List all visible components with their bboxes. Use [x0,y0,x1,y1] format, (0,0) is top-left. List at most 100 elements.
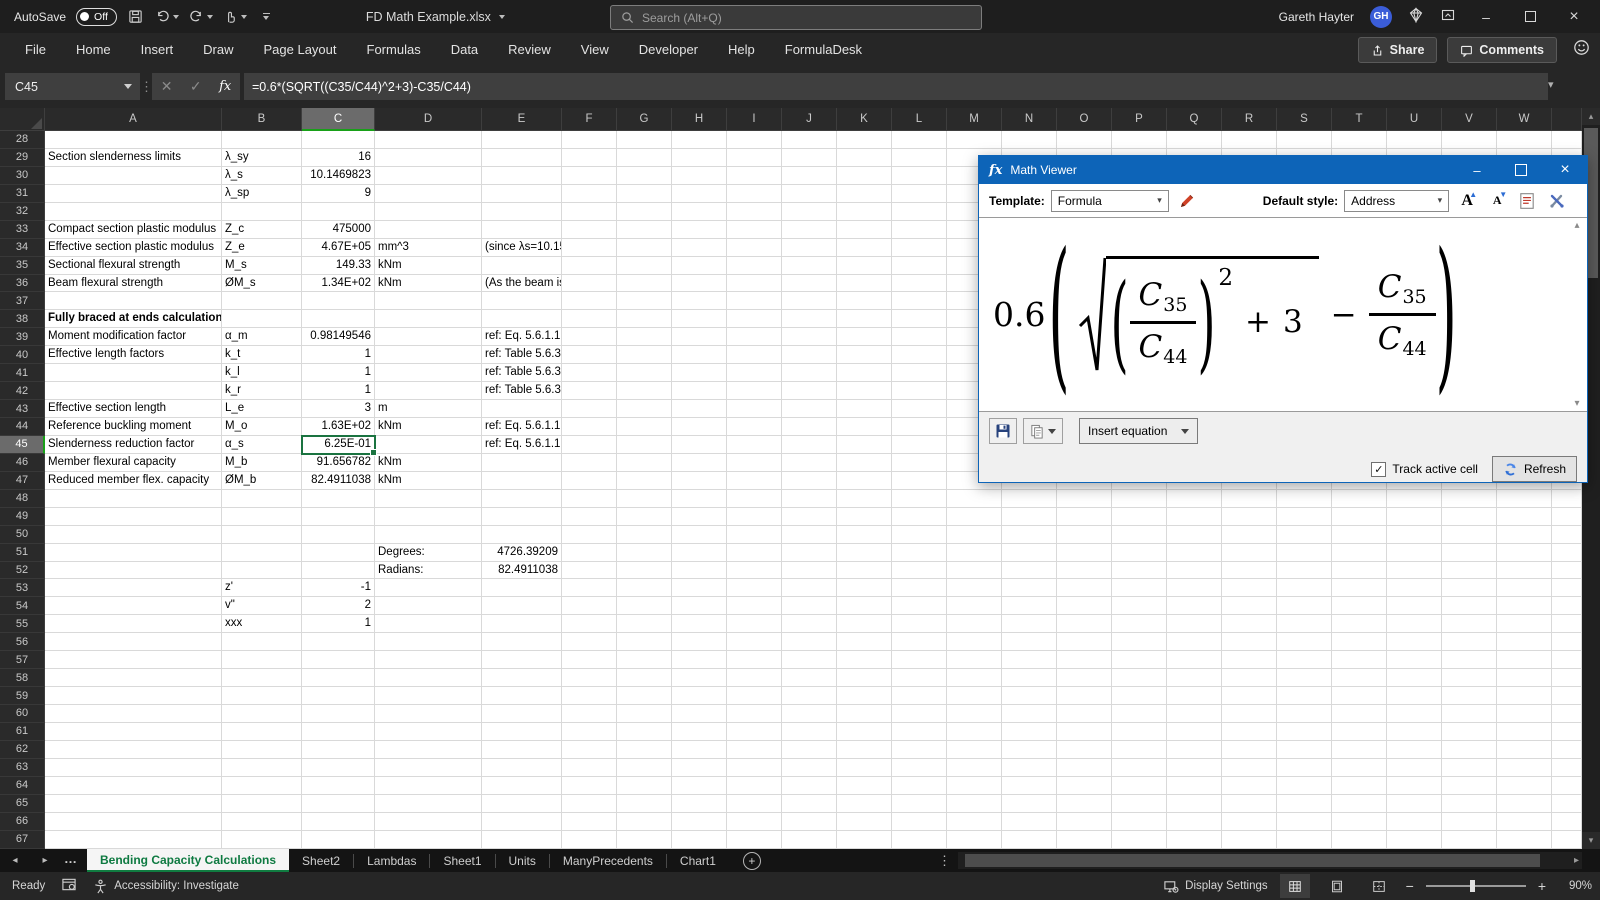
cell-N59[interactable] [1002,687,1057,705]
column-header-I[interactable]: I [727,108,782,131]
sheet-tab-sheet1[interactable]: Sheet1 [430,849,494,872]
cell-G60[interactable] [617,705,672,723]
cell-J66[interactable] [782,813,837,831]
cell-F37[interactable] [562,292,617,310]
cell-F52[interactable] [562,562,617,580]
cell-K53[interactable] [837,579,892,597]
cell-E48[interactable] [482,490,562,508]
cell-B56[interactable] [222,633,302,651]
ribbon-tab-file[interactable]: File [10,33,61,66]
row-header-36[interactable]: 36 [0,275,45,293]
cell-K39[interactable] [837,328,892,346]
copy-dropdown-arrow[interactable] [1048,429,1056,434]
cell-A42[interactable] [45,382,222,400]
cell-G41[interactable] [617,364,672,382]
cell-J42[interactable] [782,382,837,400]
cell-P66[interactable] [1112,813,1167,831]
zoom-slider[interactable] [1426,885,1526,887]
cell-W50[interactable] [1497,526,1552,544]
cell-U52[interactable] [1387,562,1442,580]
cell-B33[interactable]: Z_c [222,221,302,239]
column-header-U[interactable]: U [1387,108,1442,131]
cell-W28[interactable] [1497,131,1552,149]
cell-M66[interactable] [947,813,1002,831]
cell-V66[interactable] [1442,813,1497,831]
cell-H33[interactable] [672,221,727,239]
undo-button[interactable] [155,9,179,24]
cell-C36[interactable]: 1.34E+02 [302,275,375,293]
cell-P48[interactable] [1112,490,1167,508]
cell-F67[interactable] [562,831,617,849]
cell-H32[interactable] [672,203,727,221]
cell-C59[interactable] [302,687,375,705]
cell-L36[interactable] [892,275,947,293]
cell-C46[interactable]: 91.656782 [302,454,375,472]
cell-N55[interactable] [1002,615,1057,633]
cell-G50[interactable] [617,526,672,544]
cell-D64[interactable] [375,777,482,795]
cell-A50[interactable] [45,526,222,544]
cell-C57[interactable] [302,651,375,669]
cell-V28[interactable] [1442,131,1497,149]
cell-F48[interactable] [562,490,617,508]
cell-I56[interactable] [727,633,782,651]
cell-K59[interactable] [837,687,892,705]
cell-J62[interactable] [782,741,837,759]
cell-V61[interactable] [1442,723,1497,741]
cell-N50[interactable] [1002,526,1057,544]
math-viewer-titlebar[interactable]: fx Math Viewer – × [979,156,1587,184]
cell-M52[interactable] [947,562,1002,580]
cell-M48[interactable] [947,490,1002,508]
cell-S57[interactable] [1277,651,1332,669]
cell-T58[interactable] [1332,669,1387,687]
cell-K54[interactable] [837,597,892,615]
cell-L48[interactable] [892,490,947,508]
cell-R62[interactable] [1222,741,1277,759]
cell-M63[interactable] [947,759,1002,777]
cell-H37[interactable] [672,292,727,310]
cell-R57[interactable] [1222,651,1277,669]
cell-C52[interactable] [302,562,375,580]
row-header-50[interactable]: 50 [0,526,45,544]
cell-B58[interactable] [222,669,302,687]
cell-A30[interactable] [45,167,222,185]
cell-D32[interactable] [375,203,482,221]
row-header-28[interactable]: 28 [0,131,45,149]
cell-B40[interactable]: k_t [222,346,302,364]
cell-J58[interactable] [782,669,837,687]
cell-A35[interactable]: Sectional flexural strength [45,257,222,275]
cell-M54[interactable] [947,597,1002,615]
cell-F60[interactable] [562,705,617,723]
redo-button[interactable] [189,9,213,24]
track-active-cell-checkbox[interactable]: ✓ [1371,462,1386,477]
window-close-button[interactable]: × [1560,0,1588,33]
cell-G56[interactable] [617,633,672,651]
cell-F34[interactable] [562,239,617,257]
cell-V51[interactable] [1442,544,1497,562]
name-box-dropdown-arrow[interactable] [124,84,132,89]
cell-M60[interactable] [947,705,1002,723]
cell-T52[interactable] [1332,562,1387,580]
cell-E61[interactable] [482,723,562,741]
cell-B41[interactable]: k_l [222,364,302,382]
cell-G38[interactable] [617,310,672,328]
cell-H36[interactable] [672,275,727,293]
cell-B67[interactable] [222,831,302,849]
equation-scrollbar[interactable]: ▴ ▾ [1569,220,1585,409]
cell-L33[interactable] [892,221,947,239]
cell-K57[interactable] [837,651,892,669]
cell-U67[interactable] [1387,831,1442,849]
cell-B65[interactable] [222,795,302,813]
cell-I53[interactable] [727,579,782,597]
cell-H53[interactable] [672,579,727,597]
cell-O61[interactable] [1057,723,1112,741]
cell-B51[interactable] [222,544,302,562]
row-header-41[interactable]: 41 [0,364,45,382]
page-break-view-button[interactable] [1364,874,1394,898]
normal-view-button[interactable] [1280,874,1310,898]
cell-F45[interactable] [562,436,617,454]
cell-A32[interactable] [45,203,222,221]
cell-J54[interactable] [782,597,837,615]
row-header-45[interactable]: 45 [0,436,45,454]
cell-H54[interactable] [672,597,727,615]
